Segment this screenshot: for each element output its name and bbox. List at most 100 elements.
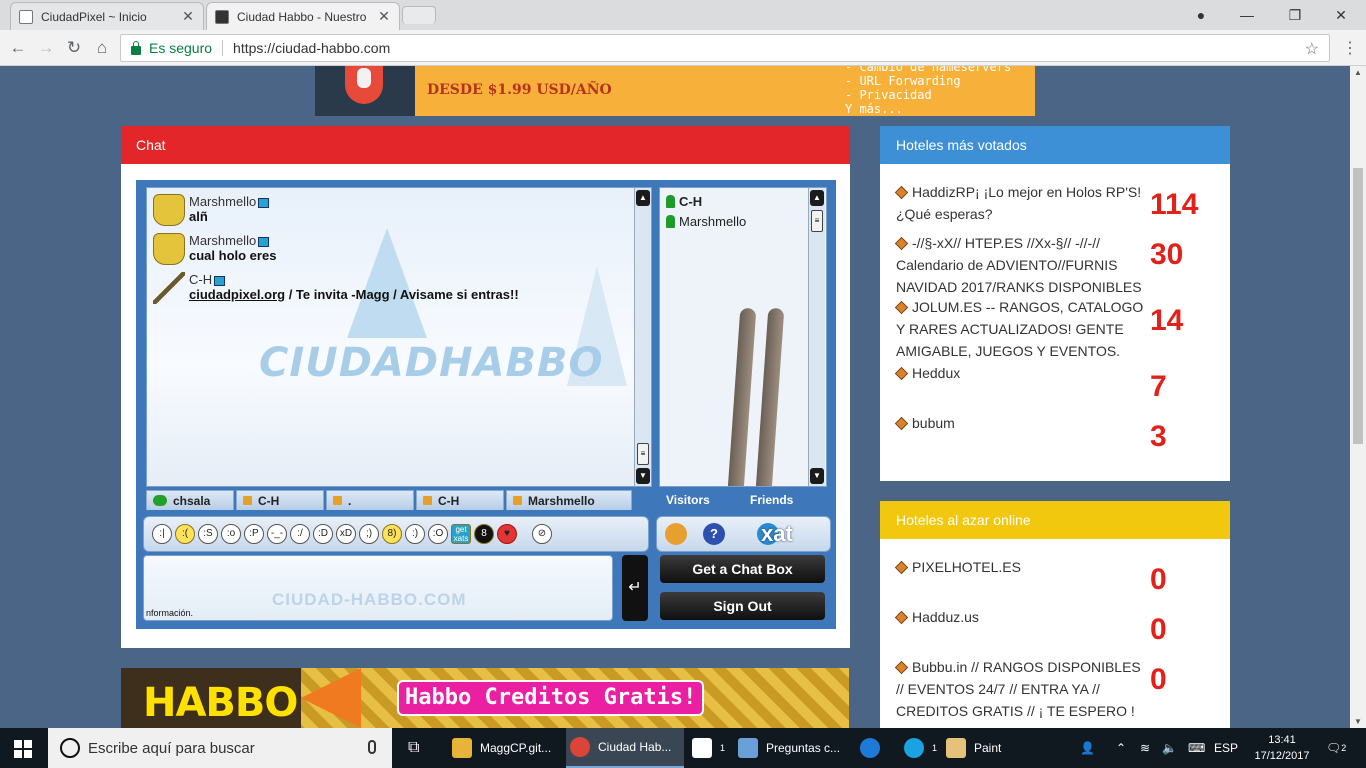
message-scrollbar[interactable]: ▲ ≡ ▼ <box>634 188 651 486</box>
scroll-grip[interactable]: ≡ <box>811 210 823 232</box>
microphone-icon[interactable] <box>368 740 376 754</box>
volume-icon[interactable]: 🔈 <box>1162 728 1177 768</box>
smiley-icon[interactable]: :) <box>405 524 425 544</box>
avatar[interactable] <box>153 233 185 265</box>
scroll-grip[interactable]: ≡ <box>637 443 649 465</box>
smiley-icon[interactable]: :D <box>313 524 333 544</box>
heart-smiley-icon[interactable]: ♥ <box>497 524 517 544</box>
taskbar-edge[interactable] <box>856 728 888 768</box>
task-view-icon[interactable]: ⧉ <box>404 728 434 768</box>
message-username[interactable]: Marshmello <box>189 194 256 209</box>
tab-ciudad-habbo[interactable]: Ciudad Habbo - Nuestro ✕ <box>206 2 400 30</box>
address-bar[interactable]: Es seguro https://ciudad-habbo.com ☆ <box>120 34 1330 62</box>
smiley-icon[interactable]: :O <box>428 524 448 544</box>
scroll-up-icon[interactable]: ▲ <box>1350 68 1366 77</box>
hotel-item[interactable]: -//§-xX// HTEP.ES //Xx-§// -//-// Calend… <box>894 232 1148 298</box>
tab-visitors[interactable]: Visitors <box>659 490 743 510</box>
hotel-item[interactable]: bubum <box>894 412 1148 434</box>
restore-button[interactable]: ❐ <box>1272 0 1318 30</box>
scroll-thumb[interactable] <box>1353 168 1363 444</box>
smiley-icon[interactable]: xD <box>336 524 356 544</box>
hotel-item[interactable]: HaddizRP¡ ¡Lo mejor en Holos RP'S! ¿Qué … <box>894 181 1148 225</box>
keyboard-icon[interactable]: ⌨ <box>1188 728 1205 768</box>
system-clock[interactable]: 13:41 17/12/2017 <box>1252 732 1312 764</box>
scroll-down-icon[interactable]: ▼ <box>1350 717 1366 726</box>
eight-ball-icon[interactable]: 8 <box>474 524 494 544</box>
smiley-icon[interactable]: :/ <box>290 524 310 544</box>
windows-start-icon[interactable] <box>14 740 32 758</box>
habbo-credits-ad[interactable]: HABBO Habbo Creditos Gratis! <box>121 668 849 728</box>
xat-logo[interactable]: xat <box>761 521 793 547</box>
tab-ciudadpixel[interactable]: CiudadPixel ~ Inicio ✕ <box>10 2 204 30</box>
tab-private-chat[interactable]: C-H <box>236 490 324 510</box>
message-username[interactable]: C-H <box>189 272 212 287</box>
reload-icon[interactable]: ↻ <box>62 36 86 60</box>
message-link[interactable]: ciudadpixel.org <box>189 287 285 302</box>
tab-private-chat[interactable]: C-H <box>416 490 504 510</box>
user-list-item[interactable]: Marshmello <box>666 214 746 229</box>
hotel-item[interactable]: Hadduz.us <box>894 606 1148 628</box>
notifications-icon[interactable]: 🗨 2 <box>1326 728 1346 768</box>
taskbar-skype[interactable]: 1 <box>900 728 938 768</box>
userlist-scrollbar[interactable]: ▲ ≡ ▼ <box>808 188 825 486</box>
minimize-button[interactable]: — <box>1224 0 1270 30</box>
back-arrow-icon[interactable]: ← <box>6 36 30 60</box>
tab-private-chat[interactable]: Marshmello <box>506 490 632 510</box>
taskbar-questions[interactable]: Preguntas c... <box>734 728 844 768</box>
taskbar-chrome[interactable]: Ciudad Hab... <box>566 728 684 768</box>
smiley-icon[interactable]: 8) <box>382 524 402 544</box>
sign-out-button[interactable]: Sign Out <box>660 592 825 620</box>
profile-icon[interactable]: ● <box>1178 0 1224 30</box>
tab-main-chat[interactable]: chsala <box>146 490 234 510</box>
hotel-item[interactable]: Heddux <box>894 362 1148 384</box>
get-chat-box-button[interactable]: Get a Chat Box <box>660 555 825 583</box>
no-sound-icon[interactable]: ⊘ <box>532 524 552 544</box>
message-input[interactable]: CIUDAD-HABBO.COM nformación. <box>143 555 613 621</box>
forward-arrow-icon[interactable]: → <box>34 36 58 60</box>
domains-ad-banner[interactable]: DESDE $1.99 USD/AÑO - Cambio de nameserv… <box>315 66 1035 116</box>
message-area[interactable]: CIUDADHABBO Marshmello alñ Marshmello cu… <box>146 187 652 487</box>
xat-chat-box: CIUDADHABBO Marshmello alñ Marshmello cu… <box>136 180 836 629</box>
people-icon[interactable]: 👤 <box>1080 728 1095 768</box>
tab-friends[interactable]: Friends <box>743 490 827 510</box>
smiley-icon[interactable]: :o <box>221 524 241 544</box>
wifi-icon[interactable]: ≋ <box>1140 728 1150 768</box>
hotel-votes: 3 <box>1150 420 1167 453</box>
hotel-item[interactable]: Bubbu.in // RANGOS DISPONIBLES // EVENTO… <box>894 656 1148 722</box>
tab-private-chat[interactable]: . <box>326 490 414 510</box>
input-language[interactable]: ESP <box>1214 728 1238 768</box>
get-xats-icon[interactable]: get xats <box>451 524 471 544</box>
page-scrollbar[interactable]: ▲ ▼ <box>1350 66 1366 728</box>
smiley-icon[interactable]: :( <box>175 524 195 544</box>
smiley-icon[interactable]: -_- <box>267 524 287 544</box>
scroll-up-icon[interactable]: ▲ <box>810 190 824 206</box>
chevron-up-icon[interactable]: ⌃ <box>1116 728 1126 768</box>
smiley-icon[interactable]: :P <box>244 524 264 544</box>
send-button[interactable]: ↵ <box>622 555 648 621</box>
avatar[interactable] <box>153 272 185 304</box>
smiley-icon[interactable]: :S <box>198 524 218 544</box>
new-tab-button[interactable] <box>402 6 436 24</box>
close-icon[interactable]: ✕ <box>377 8 391 25</box>
bookmark-star-icon[interactable]: ☆ <box>1305 39 1319 59</box>
taskbar-search[interactable]: Escribe aquí para buscar <box>48 728 392 768</box>
close-icon[interactable]: ✕ <box>181 8 195 25</box>
help-icon[interactable]: ? <box>703 523 725 545</box>
smiley-icon[interactable]: ;) <box>359 524 379 544</box>
message-username[interactable]: Marshmello <box>189 233 256 248</box>
hotel-item[interactable]: JOLUM.ES -- RANGOS, CATALOGO Y RARES ACT… <box>894 296 1148 362</box>
scroll-up-icon[interactable]: ▲ <box>636 190 650 206</box>
taskbar-mail[interactable]: 1 <box>688 728 728 768</box>
taskbar-paint[interactable]: Paint <box>942 728 1022 768</box>
avatar[interactable] <box>153 194 185 226</box>
taskbar-file-explorer[interactable]: MaggCP.git... <box>448 728 560 768</box>
smiley-icon[interactable]: :| <box>152 524 172 544</box>
hotel-item[interactable]: PIXELHOTEL.ES <box>894 556 1148 578</box>
scroll-down-icon[interactable]: ▼ <box>810 468 824 484</box>
home-icon[interactable]: ⌂ <box>90 36 114 60</box>
scroll-down-icon[interactable]: ▼ <box>636 468 650 484</box>
close-window-button[interactable]: ✕ <box>1318 0 1364 30</box>
user-list-item[interactable]: C-H <box>666 194 702 209</box>
users-group-icon[interactable] <box>665 523 687 545</box>
menu-dots-icon[interactable]: ⋮ <box>1342 38 1358 58</box>
